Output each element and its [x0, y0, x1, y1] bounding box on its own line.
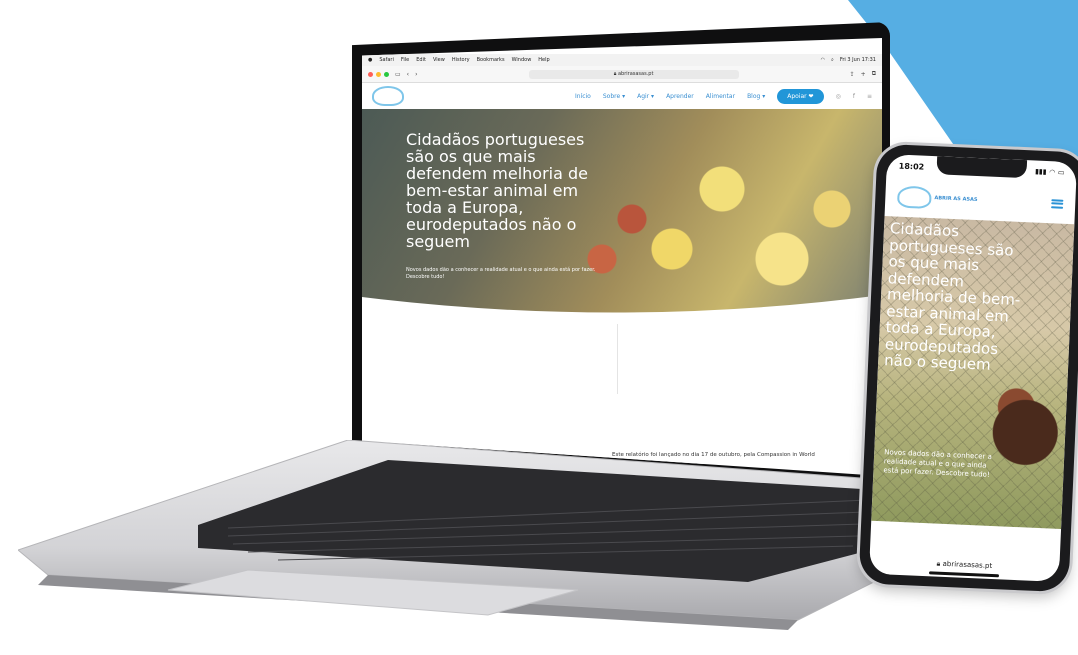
- phone-site-logo[interactable]: ABRIR AS ASAS: [896, 185, 978, 211]
- phone-notch: [936, 156, 1028, 179]
- apoiar-button[interactable]: Apoiar ❤: [777, 88, 824, 104]
- nav-item-agir[interactable]: Agir ▾: [637, 93, 654, 100]
- tabs-overview-icon[interactable]: ⧉: [872, 70, 876, 78]
- sidebar-toggle-icon[interactable]: ▭: [395, 71, 401, 78]
- menu-icon[interactable]: ≡: [867, 93, 872, 100]
- window-controls: [368, 71, 389, 77]
- menubar-item[interactable]: Edit: [416, 57, 426, 63]
- close-window-button[interactable]: [368, 71, 373, 77]
- phone-hero-subtitle: Novos dados dão a conhecer a realidade a…: [883, 448, 993, 479]
- nav-item-sobre[interactable]: Sobre ▾: [603, 93, 625, 100]
- laptop-screen: ● Safari File Edit View History Bookmark…: [362, 38, 882, 476]
- search-icon[interactable]: ⌕: [831, 57, 834, 63]
- browser-toolbar: ▭ ‹ › 🔒︎ abrirasasas.pt ⇪ + ⧉: [362, 66, 882, 83]
- lock-icon: 🔒︎: [613, 71, 617, 77]
- nav-item-blog[interactable]: Blog ▾: [747, 93, 765, 100]
- menubar-clock[interactable]: Fri 3 Jun 17:31: [840, 57, 876, 63]
- menubar-item[interactable]: Bookmarks: [477, 57, 505, 63]
- wifi-icon: ◠: [1049, 168, 1056, 177]
- forward-icon[interactable]: ›: [415, 71, 417, 78]
- facebook-icon[interactable]: f: [853, 93, 855, 100]
- site-nav-menu: Início Sobre ▾ Agir ▾ Aprender Alimentar…: [575, 88, 872, 104]
- phone-clock: 18:02: [898, 161, 925, 172]
- phone-screen: 18:02 ▮▮▮ ◠ ▭ ABRIR AS ASAS Cidadãos por…: [868, 154, 1078, 582]
- lock-icon: 🔒︎: [936, 559, 941, 568]
- smartphone: 18:02 ▮▮▮ ◠ ▭ ABRIR AS ASAS Cidadãos por…: [858, 143, 1078, 593]
- minimize-window-button[interactable]: [376, 71, 381, 77]
- battery-icon: ▭: [1057, 168, 1065, 177]
- site-logo[interactable]: [372, 86, 404, 106]
- wifi-icon[interactable]: ◠: [821, 57, 825, 63]
- hamburger-menu-icon[interactable]: [1051, 198, 1064, 209]
- apple-icon[interactable]: ●: [368, 57, 372, 63]
- hero-wave-divider: [362, 295, 882, 315]
- address-bar[interactable]: 🔒︎ abrirasasas.pt: [528, 69, 739, 79]
- phone-hero-banner: Cidadãos portugueses são os que mais def…: [871, 215, 1075, 529]
- bird-logo-icon: [896, 185, 932, 210]
- new-tab-icon[interactable]: +: [861, 71, 866, 78]
- hero-title[interactable]: Cidadãos portugueses são os que mais def…: [406, 131, 616, 250]
- home-indicator[interactable]: [928, 571, 1000, 578]
- nav-item-aprender[interactable]: Aprender: [666, 93, 694, 100]
- menubar-item[interactable]: Help: [538, 57, 549, 63]
- back-icon[interactable]: ‹: [407, 71, 409, 78]
- mac-menubar: ● Safari File Edit View History Bookmark…: [362, 54, 882, 66]
- signal-icon: ▮▮▮: [1034, 167, 1047, 177]
- nav-item-inicio[interactable]: Início: [575, 93, 591, 100]
- hero-banner: Cidadãos portugueses são os que mais def…: [362, 109, 882, 315]
- phone-url-bar[interactable]: 🔒︎ abrirasasas.pt: [869, 557, 1059, 574]
- divider-line: [617, 324, 618, 394]
- instagram-icon[interactable]: ◎: [836, 93, 841, 100]
- phone-url-text: abrirasasas.pt: [942, 559, 993, 571]
- zoom-window-button[interactable]: [384, 71, 389, 77]
- address-bar-url: abrirasasas.pt: [617, 71, 654, 77]
- share-icon[interactable]: ⇪: [850, 71, 855, 78]
- nav-item-alimentar[interactable]: Alimentar: [706, 93, 735, 100]
- menubar-item[interactable]: View: [433, 57, 445, 63]
- hero-subtitle: Novos dados dão a conhecer a realidade a…: [406, 267, 596, 280]
- menubar-item[interactable]: Safari: [379, 57, 394, 63]
- site-header: Início Sobre ▾ Agir ▾ Aprender Alimentar…: [362, 83, 882, 109]
- logo-text: ABRIR AS ASAS: [934, 195, 978, 204]
- phone-hero-title[interactable]: Cidadãos portugueses são os que mais def…: [884, 219, 1030, 374]
- menubar-item[interactable]: History: [452, 57, 470, 63]
- menubar-item[interactable]: File: [401, 57, 409, 63]
- laptop-keyboard-base: [18, 440, 899, 630]
- menubar-item[interactable]: Window: [512, 57, 532, 63]
